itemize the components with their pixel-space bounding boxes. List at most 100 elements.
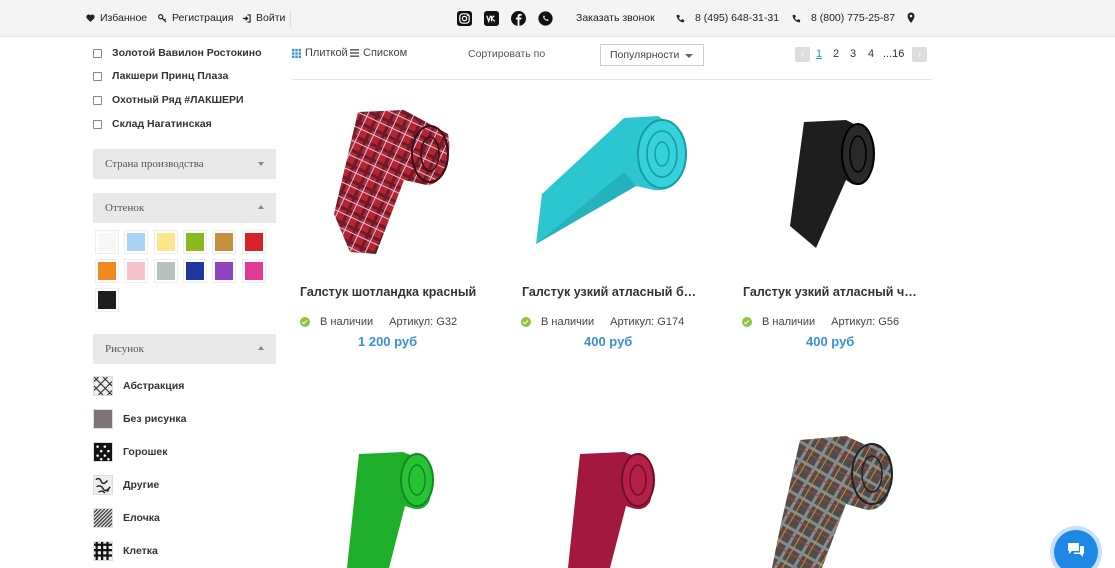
country-filter-label: Страна производства [105,158,204,170]
shade-filter-header[interactable]: Оттенок [93,193,276,223]
chat-icon [1068,543,1084,557]
phone-number-2: 8 (800) 775-25-87 [811,12,896,24]
store-label: Охотный Ряд #ЛАКШЕРИ [112,94,244,106]
plain-pattern-icon [93,409,113,429]
product-article: Артикул: G56 [831,316,900,328]
in-stock-icon [300,317,310,327]
page-1[interactable]: 1 [816,48,822,60]
pattern-label: Горошек [123,446,168,458]
shade-filter-label: Оттенок [105,202,145,214]
color-swatch[interactable] [95,288,119,312]
product-image-green-tie[interactable] [345,450,437,568]
product-image-black-tie[interactable] [786,118,880,248]
chevron-down-icon [685,54,693,58]
checkbox[interactable] [93,71,102,81]
stock-status: В наличии [320,316,374,328]
color-swatch[interactable] [182,259,207,283]
sort-label: Сортировать по [468,48,546,60]
color-swatch[interactable] [212,230,237,254]
product-meta: В наличии Артикул: G56 [742,316,899,328]
product-image-red-plaid-tie[interactable] [330,102,455,254]
pattern-option[interactable]: Елочка [93,508,160,528]
vk-icon[interactable] [484,11,499,26]
chevron-up-icon [258,205,264,209]
view-list-label: Списком [363,47,408,59]
pattern-filter-header[interactable]: Рисунок [93,334,276,364]
color-swatch[interactable] [153,259,178,283]
product-image-grey-plaid-tie[interactable] [770,434,896,568]
callback-link[interactable]: Заказать звонок [576,12,655,24]
login-link[interactable]: Войти [242,12,285,24]
pattern-option[interactable]: Горошек [93,442,168,462]
product-image-turquoise-tie[interactable] [532,112,692,244]
in-stock-icon [742,317,752,327]
phone-icon [792,14,801,22]
checkbox[interactable] [93,48,102,58]
color-swatch[interactable] [124,259,149,283]
pattern-option[interactable]: Абстракция [93,376,184,396]
product-title[interactable]: Галстук узкий атласный би… [522,285,700,299]
product-price: 400 руб [806,334,855,349]
country-filter-header[interactable]: Страна производства [93,149,276,179]
next-page-button[interactable]: › [912,47,927,62]
pattern-label: Абстракция [123,380,185,392]
divider [290,10,291,27]
pattern-option[interactable]: Без рисунка [93,409,187,429]
color-swatch[interactable] [95,230,119,254]
divider [292,79,932,80]
color-swatch[interactable] [124,230,149,254]
color-swatch[interactable] [212,259,237,283]
callback-label: Заказать звонок [576,12,655,24]
plaid-pattern-icon [93,541,113,561]
grid-icon [292,48,301,58]
pattern-option[interactable]: Клетка [93,541,158,561]
prev-page-button[interactable]: ‹ [795,47,810,62]
store-option[interactable]: Золотой Вавилон Ростокино [93,47,261,59]
checkbox[interactable] [93,119,102,129]
product-image-burgundy-tie[interactable] [566,450,658,568]
color-swatch[interactable] [241,259,266,283]
product-meta: В наличии Артикул: G174 [521,316,684,328]
view-tiles-button[interactable]: Плиткой [292,47,348,59]
store-label: Лакшери Принц Плаза [112,70,229,82]
stock-status: В наличии [541,316,595,328]
pattern-label: Другие [123,479,160,491]
chat-button[interactable] [1054,530,1098,568]
store-label: Склад Нагатинская [112,118,212,130]
phone-link-1[interactable]: 8 (495) 648-31-31 [676,12,779,24]
view-tiles-label: Плиткой [305,47,348,59]
favorites-link[interactable]: Избанное [86,12,147,24]
sort-select[interactable]: Популярности [600,44,704,66]
page-16[interactable]: ...16 [883,48,904,60]
color-swatch[interactable] [153,230,178,254]
product-price: 1 200 руб [358,334,418,349]
pattern-label: Клетка [123,545,158,557]
facebook-icon[interactable] [511,11,526,26]
register-link[interactable]: Регистрация [158,12,233,24]
page-4[interactable]: 4 [868,48,874,60]
pattern-option[interactable]: Другие [93,475,159,495]
color-swatch[interactable] [241,230,266,254]
product-title[interactable]: Галстук узкий атласный че… [743,285,921,299]
color-swatch[interactable] [182,230,207,254]
store-option[interactable]: Охотный Ряд #ЛАКШЕРИ [93,94,244,106]
polka-dot-pattern-icon [93,442,113,462]
phone-link-2[interactable]: 8 (800) 775-25-87 [792,12,895,24]
page-3[interactable]: 3 [850,48,856,60]
heart-icon [86,14,95,22]
instagram-icon[interactable] [457,11,472,26]
sort-value: Популярности [610,49,680,61]
page-2[interactable]: 2 [833,48,839,60]
checkbox[interactable] [93,95,102,105]
map-pin-icon[interactable] [907,12,915,23]
phone-icon [676,14,685,22]
color-swatch[interactable] [95,259,119,283]
favorites-label: Избанное [100,12,148,24]
store-option[interactable]: Лакшери Принц Плаза [93,70,228,82]
product-price: 400 руб [584,334,633,349]
whatsapp-icon[interactable] [538,11,553,26]
view-list-button[interactable]: Списком [350,47,407,59]
product-title[interactable]: Галстук шотландка красный [300,285,500,299]
stock-status: В наличии [762,316,816,328]
store-option[interactable]: Склад Нагатинская [93,118,212,130]
